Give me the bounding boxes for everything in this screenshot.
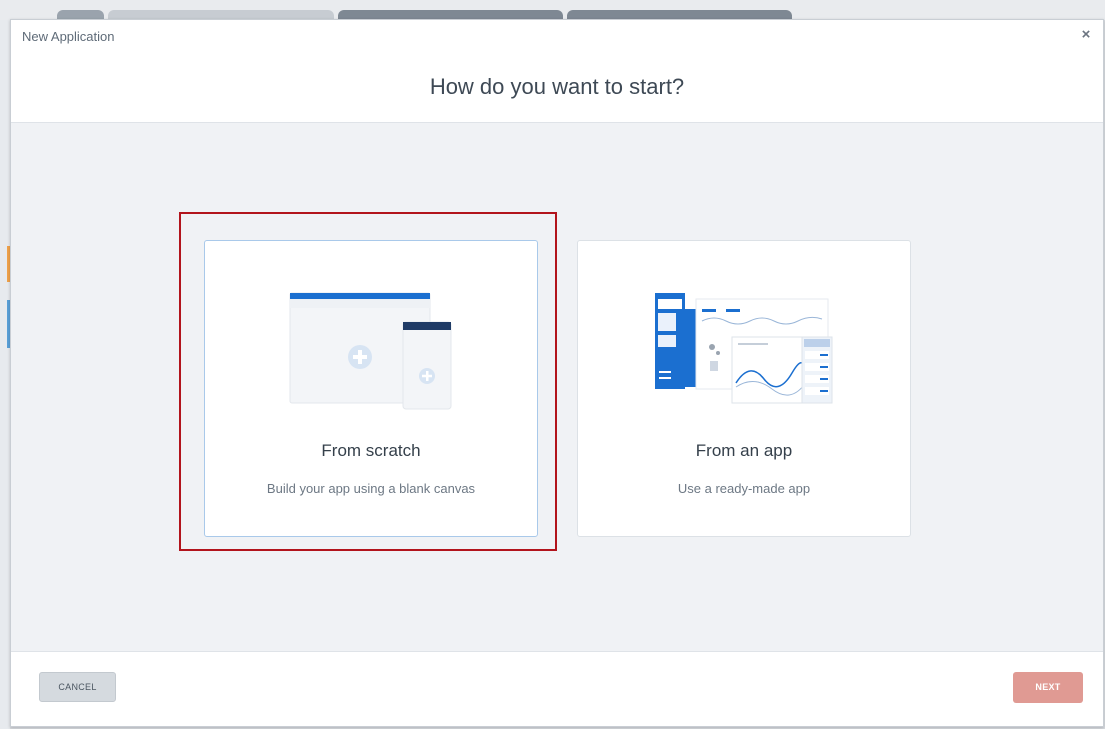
option-title: From scratch [321, 441, 421, 460]
ready-made-app-illustration [655, 293, 833, 404]
cancel-button[interactable]: CANCEL [39, 672, 116, 702]
next-button[interactable]: NEXT [1013, 672, 1083, 703]
dialog-footer: CANCEL NEXT [11, 651, 1103, 726]
option-description: Use a ready-made app [677, 481, 811, 496]
screen: New Application × How do you want to sta… [0, 0, 1105, 729]
close-icon[interactable]: × [1079, 27, 1093, 42]
new-application-dialog: New Application × How do you want to sta… [10, 19, 1104, 727]
background-tab-strip [0, 0, 1105, 20]
dialog-header: New Application × How do you want to sta… [11, 20, 1103, 123]
option-card-from-scratch[interactable]: From scratch Build your app using a blan… [204, 240, 538, 537]
option-title: From an app [695, 441, 793, 460]
background-panel-edge [0, 20, 10, 729]
dialog-title: How do you want to start? [429, 74, 685, 99]
option-description: Build your app using a blank canvas [266, 481, 476, 496]
dialog-label: New Application [22, 29, 115, 44]
blank-canvas-illustration [289, 292, 452, 410]
option-card-from-an-app[interactable]: From an app Use a ready-made app [577, 240, 911, 537]
